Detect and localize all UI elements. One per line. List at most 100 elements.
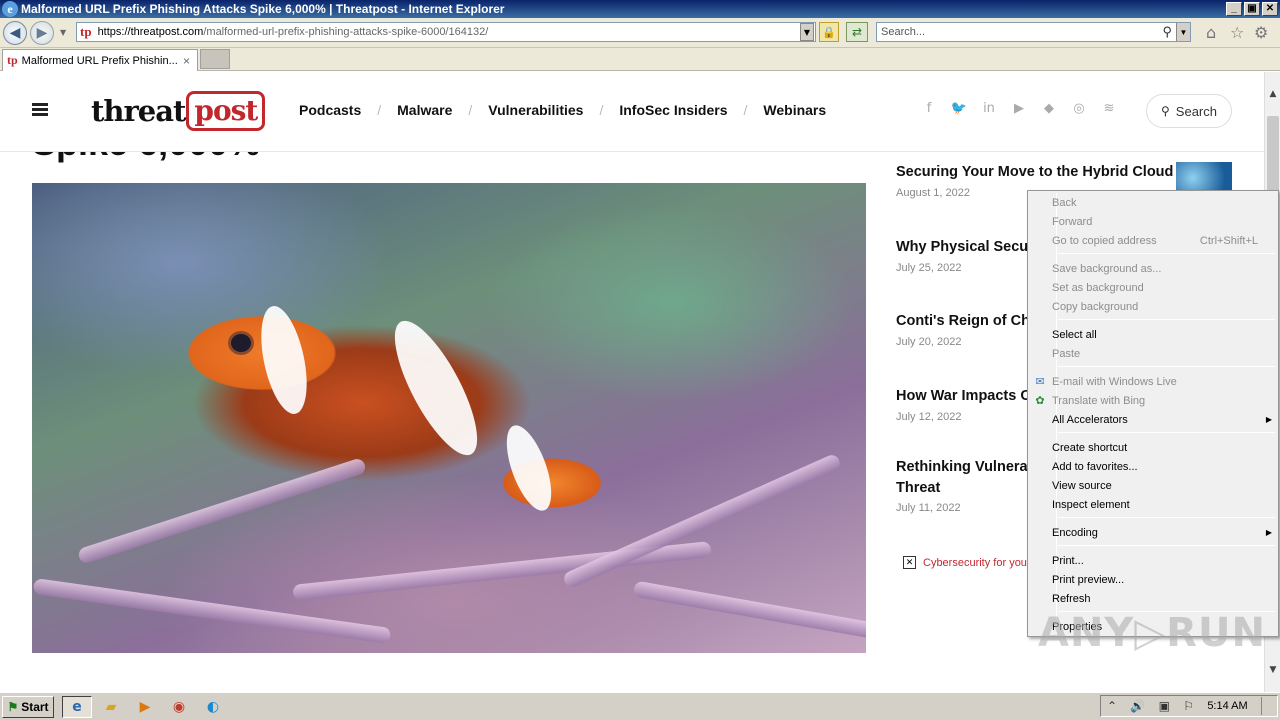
arrow-left-icon: ◀ [9, 25, 21, 41]
feedly-icon[interactable]: ◆ [1040, 101, 1058, 116]
nav-separator: / [468, 102, 473, 118]
address-dropdown-button[interactable]: ▼ [800, 23, 814, 41]
edge-icon[interactable]: ◐ [198, 696, 228, 718]
url-path: /malformed-url-prefix-phishing-attacks-s… [203, 26, 489, 38]
new-tab-button[interactable] [200, 49, 230, 69]
url-domain: https://threatpost.com [97, 26, 204, 38]
menu-item-create-shortcut[interactable]: Create shortcut [1052, 438, 1274, 457]
menu-item-set-as-background[interactable]: Set as background [1052, 278, 1274, 297]
gear-icon[interactable]: ⚙ [1254, 23, 1268, 42]
menu-item-label: Translate with Bing [1052, 394, 1146, 407]
windows-flag-icon: ⚑ [7, 699, 19, 714]
refresh-icon[interactable]: ⇄ [846, 22, 868, 42]
internet-explorer-icon: e [2, 1, 18, 17]
address-toolbar: ◀ ▶ ▼ tp https://threatpost.com /malform… [0, 18, 1280, 48]
sidebar-article-title[interactable]: Securing Your Move to the Hybrid Cloud [896, 162, 1196, 183]
menu-item-email-windows-live[interactable]: E-mail with Windows Live [1052, 372, 1274, 391]
search-box[interactable]: Search... ⚲ ▼ [876, 22, 1191, 42]
forward-button[interactable]: ▶ [30, 21, 54, 45]
linkedin-icon[interactable]: in [980, 101, 998, 116]
site-favicon: tp [80, 24, 92, 39]
youtube-icon[interactable]: ▶ [1010, 101, 1028, 116]
social-links: f 🐦 in ▶ ◆ ◎ ≋ [920, 101, 1118, 116]
network-icon[interactable]: ▣ [1159, 699, 1170, 713]
scroll-down-arrow-icon[interactable]: ▼ [1265, 662, 1280, 678]
menu-item-translate-bing[interactable]: Translate with Bing [1052, 391, 1274, 410]
menu-item-print[interactable]: Print... [1052, 551, 1274, 570]
menu-item-inspect-element[interactable]: Inspect element [1052, 495, 1274, 514]
twitter-icon[interactable]: 🐦 [950, 101, 968, 116]
ad-link-text[interactable]: Cybersecurity for you [923, 557, 1027, 569]
menu-item-go-to-copied-address[interactable]: Go to copied address Ctrl+Shift+L [1052, 231, 1274, 250]
window-controls: _ ▣ ✕ [1226, 2, 1278, 16]
maximize-button[interactable]: ▣ [1244, 2, 1260, 16]
facebook-icon[interactable]: f [920, 101, 938, 116]
search-label: Search [1175, 103, 1217, 119]
nav-separator: / [743, 102, 748, 118]
volume-icon[interactable]: 🔊 [1130, 699, 1145, 713]
ie-window: e Malformed URL Prefix Phishing Attacks … [0, 0, 1280, 720]
address-bar[interactable]: tp https://threatpost.com /malformed-url… [76, 22, 816, 42]
fish-eye [228, 331, 254, 355]
site-search-button[interactable]: ⚲ Search [1146, 94, 1232, 128]
internet-explorer-icon[interactable]: e [62, 695, 92, 718]
menu-item-select-all[interactable]: Select all [1052, 325, 1274, 344]
menu-item-add-to-favorites[interactable]: Add to favorites... [1052, 457, 1274, 476]
recent-pages-dropdown[interactable]: ▼ [60, 28, 66, 37]
minimize-button[interactable]: _ [1226, 2, 1242, 16]
menu-item-label: Add to favorites... [1052, 460, 1138, 473]
close-button[interactable]: ✕ [1262, 2, 1278, 16]
menu-item-forward[interactable]: Forward [1052, 212, 1274, 231]
scroll-up-arrow-icon[interactable]: ▲ [1265, 86, 1280, 102]
threatpost-logo[interactable]: threat post [91, 88, 266, 134]
file-explorer-icon[interactable]: ▰ [96, 696, 126, 718]
nav-vulnerabilities[interactable]: Vulnerabilities [488, 102, 583, 118]
nav-separator: / [599, 102, 604, 118]
action-center-flag-icon[interactable]: ⚐ [1183, 699, 1194, 713]
menu-separator [1058, 253, 1275, 254]
menu-item-label: Print... [1052, 554, 1084, 567]
ad-link[interactable]: ✕ Cybersecurity for you [903, 556, 1027, 569]
back-button[interactable]: ◀ [3, 21, 27, 45]
show-desktop-button[interactable] [1260, 697, 1271, 715]
system-tray: ⌃ 🔊 ▣ ⚐ 5:14 AM [1100, 695, 1278, 717]
menu-item-label: E-mail with Windows Live [1052, 375, 1177, 388]
menu-item-copy-background[interactable]: Copy background [1052, 297, 1274, 316]
chrome-icon[interactable]: ◉ [164, 696, 194, 718]
media-player-icon[interactable]: ▶ [130, 696, 160, 718]
rss-icon[interactable]: ≋ [1100, 101, 1118, 116]
nav-separator: / [377, 102, 382, 118]
search-placeholder: Search... [881, 26, 926, 38]
menu-item-refresh[interactable]: Refresh [1052, 589, 1274, 608]
menu-item-encoding[interactable]: Encoding ▶ [1052, 523, 1274, 542]
menu-item-view-source[interactable]: View source [1052, 476, 1274, 495]
nav-podcasts[interactable]: Podcasts [299, 102, 361, 118]
favorites-star-icon[interactable]: ☆ [1230, 23, 1244, 42]
menu-item-all-accelerators[interactable]: All Accelerators ▶ [1052, 410, 1274, 429]
menu-item-print-preview[interactable]: Print preview... [1052, 570, 1274, 589]
nav-infosec-insiders[interactable]: InfoSec Insiders [619, 102, 727, 118]
nav-webinars[interactable]: Webinars [763, 102, 826, 118]
lock-icon[interactable]: 🔒 [819, 22, 839, 42]
menu-item-label: Set as background [1052, 281, 1144, 294]
menu-item-shortcut: Ctrl+Shift+L [1199, 234, 1258, 247]
tab-threatpost[interactable]: tp Malformed URL Prefix Phishin... × [2, 49, 198, 71]
menu-item-label: Select all [1052, 328, 1097, 341]
tab-close-icon[interactable]: × [183, 54, 197, 68]
search-dropdown-button[interactable]: ▼ [1176, 23, 1190, 41]
taskbar: ⚑ Start e ▰ ▶ ◉ ◐ ⌃ 🔊 ▣ ⚐ 5:14 AM [0, 692, 1280, 720]
menu-item-save-background[interactable]: Save background as... [1052, 259, 1274, 278]
start-button[interactable]: ⚑ Start [2, 695, 54, 718]
menu-item-back[interactable]: Back [1052, 193, 1274, 212]
hamburger-menu-icon[interactable] [32, 103, 48, 117]
instagram-icon[interactable]: ◎ [1070, 101, 1088, 116]
menu-item-paste[interactable]: Paste [1052, 344, 1274, 363]
clock[interactable]: 5:14 AM [1207, 700, 1247, 712]
home-icon[interactable]: ⌂ [1206, 23, 1216, 42]
menu-item-label: Copy background [1052, 300, 1139, 313]
site-header: threat post Podcasts / Malware / Vulnera… [0, 72, 1264, 152]
show-hidden-icons-icon[interactable]: ⌃ [1107, 699, 1117, 713]
nav-malware[interactable]: Malware [397, 102, 452, 118]
search-icon[interactable]: ⚲ [1162, 24, 1172, 40]
main-nav: Podcasts / Malware / Vulnerabilities / I… [299, 102, 826, 118]
